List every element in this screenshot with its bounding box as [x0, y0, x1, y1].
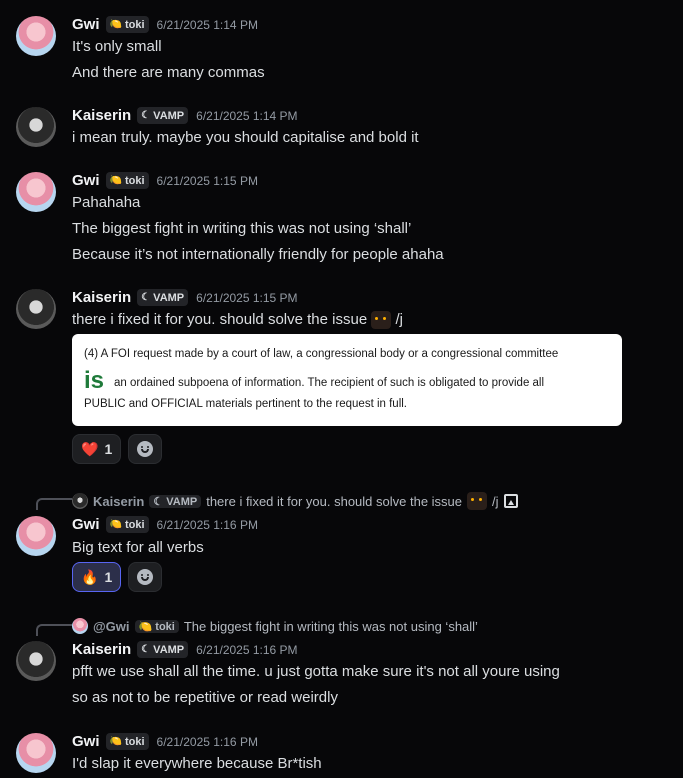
message-header: Gwi 🍋 toki 6/21/2025 1:15 PM: [72, 172, 258, 189]
message-header: Kaiserin ☾ VAMP 6/21/2025 1:14 PM: [72, 107, 298, 124]
reply-text: The biggest fight in writing this was no…: [183, 618, 478, 634]
add-reaction-button[interactable]: [128, 562, 162, 592]
guild-tag[interactable]: ☾ VAMP: [137, 107, 189, 124]
moon-icon: ☾: [141, 110, 151, 121]
message-header: Kaiserin ☾ VAMP 6/21/2025 1:15 PM: [72, 289, 298, 306]
avatar-gwi[interactable]: [16, 16, 56, 56]
avatar-kaiserin[interactable]: [16, 107, 56, 147]
image-attachment[interactable]: (4) A FOI request made by a court of law…: [72, 334, 622, 426]
guild-tag[interactable]: 🍋 toki: [105, 733, 149, 750]
timestamp: 6/21/2025 1:15 PM: [196, 290, 298, 305]
timestamp: 6/21/2025 1:16 PM: [156, 517, 258, 532]
username[interactable]: Kaiserin: [72, 289, 131, 306]
lemon-icon: 🍋: [138, 620, 156, 633]
timestamp: 6/21/2025 1:16 PM: [196, 642, 298, 657]
lemon-icon: 🍋: [109, 19, 122, 30]
reply-author[interactable]: Kaiserin: [93, 494, 144, 509]
attachment-text: (4) A FOI request made by a court of law…: [84, 348, 559, 360]
message-header: Gwi 🍋 toki 6/21/2025 1:16 PM: [72, 733, 258, 750]
reply-preview[interactable]: @Gwi 🍋 toki The biggest fight in writing…: [72, 618, 478, 634]
add-reaction-button[interactable]: [128, 434, 162, 464]
reply-suffix: /j: [492, 493, 499, 509]
avatar-kaiserin-small: [72, 493, 88, 509]
lemon-icon: 🍋: [109, 175, 122, 186]
moon-icon: ☾: [153, 495, 167, 508]
username[interactable]: Gwi: [72, 172, 100, 189]
timestamp: 6/21/2025 1:14 PM: [156, 17, 258, 32]
smile-icon: [137, 441, 153, 457]
message-text: The biggest fight in writing this was no…: [72, 220, 412, 237]
heart-icon: ❤️: [81, 440, 99, 457]
lemon-icon: 🍋: [109, 519, 122, 530]
guild-tag: ☾ VAMP: [149, 494, 202, 508]
timestamp: 6/21/2025 1:15 PM: [156, 173, 258, 188]
avatar-kaiserin[interactable]: [16, 641, 56, 681]
cat-emoji-icon: [467, 492, 488, 510]
guild-tag[interactable]: 🍋 toki: [105, 172, 149, 189]
reaction-count: 1: [104, 569, 113, 585]
attachment-text: PUBLIC and OFFICIAL materials pertinent …: [84, 398, 407, 410]
message-text: pfft we use shall all the time. u just g…: [72, 663, 560, 680]
username[interactable]: Kaiserin: [72, 107, 131, 124]
avatar-kaiserin[interactable]: [16, 289, 56, 329]
message-text: i mean truly. maybe you should capitalis…: [72, 129, 419, 146]
guild-tag[interactable]: 🍋 toki: [105, 516, 149, 533]
moon-icon: ☾: [141, 292, 151, 303]
message-text: I'd slap it everywhere because Br*tish: [72, 755, 322, 772]
reply-spine: [36, 624, 72, 636]
fire-icon: 🔥: [81, 568, 99, 585]
username[interactable]: Kaiserin: [72, 641, 131, 658]
username[interactable]: Gwi: [72, 733, 100, 750]
avatar-gwi[interactable]: [16, 733, 56, 773]
guild-tag: 🍋 toki: [134, 619, 179, 633]
username[interactable]: Gwi: [72, 16, 100, 33]
attachment-text: an ordained subpoena of information. The…: [114, 377, 545, 389]
timestamp: 6/21/2025 1:14 PM: [196, 108, 298, 123]
guild-tag[interactable]: ☾ VAMP: [137, 641, 189, 658]
username[interactable]: Gwi: [72, 516, 100, 533]
reaction-fire[interactable]: 🔥 1: [72, 562, 122, 592]
message-text: Pahahaha: [72, 194, 141, 211]
message-text: It's only small: [72, 38, 162, 55]
cat-emoji-icon: [371, 311, 392, 330]
message-text: Because it’s not internationally friendl…: [72, 246, 444, 263]
avatar-gwi-small: [72, 618, 88, 634]
image-icon: [503, 494, 518, 508]
reaction-count: 1: [104, 441, 113, 457]
moon-icon: ☾: [141, 644, 151, 655]
reply-spine: [36, 498, 72, 510]
reply-text: there i fixed it for you. should solve t…: [206, 493, 463, 509]
message-text: so as not to be repetitive or read weird…: [72, 689, 338, 706]
timestamp: 6/21/2025 1:16 PM: [156, 734, 258, 749]
message-text: there i fixed it for you. should solve t…: [72, 311, 404, 330]
smile-icon: [137, 569, 153, 585]
message-header: Gwi 🍋 toki 6/21/2025 1:16 PM: [72, 516, 258, 533]
message-header: Gwi 🍋 toki 6/21/2025 1:14 PM: [72, 16, 258, 33]
reply-preview[interactable]: Kaiserin ☾ VAMP there i fixed it for you…: [72, 492, 518, 510]
guild-tag[interactable]: 🍋 toki: [105, 16, 149, 33]
reaction-heart[interactable]: ❤️ 1: [72, 434, 122, 464]
message-header: Kaiserin ☾ VAMP 6/21/2025 1:16 PM: [72, 641, 298, 658]
attachment-big-text: is: [84, 367, 105, 394]
reply-author[interactable]: @Gwi: [93, 619, 130, 634]
message-text: And there are many commas: [72, 64, 265, 81]
guild-tag[interactable]: ☾ VAMP: [137, 289, 189, 306]
message-text: Big text for all verbs: [72, 539, 204, 556]
lemon-icon: 🍋: [109, 736, 122, 747]
avatar-gwi[interactable]: [16, 516, 56, 556]
avatar-gwi[interactable]: [16, 172, 56, 212]
